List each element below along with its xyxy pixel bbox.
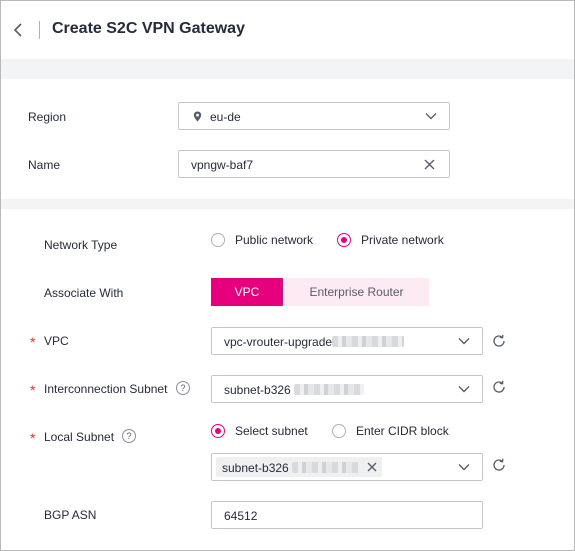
refresh-icon[interactable] <box>491 457 507 473</box>
page: Create S2C VPN Gateway Region eu-de Name… <box>0 0 575 551</box>
required-marker: * <box>30 382 36 398</box>
back-arrow-icon <box>13 23 22 37</box>
header-divider <box>39 21 40 39</box>
bgp-asn-placeholder: 64512 <box>224 509 258 523</box>
local-subnet-label: Local Subnet <box>44 430 115 444</box>
local-subnet-select[interactable]: subnet-b326 <box>211 453 483 481</box>
network-type-label: Network Type <box>44 238 118 252</box>
interconnection-subnet-select[interactable]: subnet-b326 <box>211 375 483 403</box>
bgp-asn-input[interactable]: 64512 <box>211 501 483 529</box>
page-title: Create S2C VPN Gateway <box>52 20 245 37</box>
region-label: Region <box>28 110 67 124</box>
associate-enterprise-router-button[interactable]: Enterprise Router <box>284 278 429 306</box>
required-marker: * <box>30 430 36 446</box>
select-subnet-radio[interactable] <box>211 424 225 438</box>
page-header: Create S2C VPN Gateway <box>1 1 574 59</box>
required-marker: * <box>30 334 36 350</box>
private-network-radio[interactable] <box>337 233 351 247</box>
enter-cidr-label[interactable]: Enter CIDR block <box>356 424 449 438</box>
name-value: vpngw-baf7 <box>191 158 254 172</box>
refresh-icon[interactable] <box>491 379 507 395</box>
vpc-value: vpc-vrouter-upgrade <box>224 335 333 349</box>
private-network-label[interactable]: Private network <box>361 233 444 247</box>
back-button[interactable] <box>9 21 25 39</box>
help-icon[interactable]: ? <box>176 381 190 395</box>
chevron-down-icon <box>458 386 470 393</box>
chevron-down-icon <box>458 338 470 345</box>
section-spacer <box>1 199 574 209</box>
region-select[interactable]: eu-de <box>178 102 450 130</box>
redacted-text <box>332 336 404 347</box>
interconnection-subnet-label: Interconnection Subnet <box>44 382 168 396</box>
section-spacer <box>1 59 574 79</box>
refresh-icon[interactable] <box>491 333 507 349</box>
network-section: Network Type Public network Private netw… <box>4 209 571 550</box>
name-input[interactable]: vpngw-baf7 <box>178 150 450 178</box>
location-pin-icon <box>193 111 202 122</box>
public-network-label[interactable]: Public network <box>235 233 313 247</box>
name-label: Name <box>28 158 61 172</box>
associate-vpc-button[interactable]: VPC <box>211 278 283 306</box>
public-network-radio[interactable] <box>211 233 225 247</box>
tag-close-icon[interactable] <box>367 462 377 472</box>
redacted-text <box>292 462 360 473</box>
associate-with-label: Associate With <box>44 286 124 300</box>
help-icon[interactable]: ? <box>122 429 136 443</box>
vpc-label: VPC <box>44 334 69 348</box>
clear-icon[interactable] <box>424 159 435 170</box>
basic-info-section: Region eu-de Name vpngw-baf7 <box>4 79 571 199</box>
region-value: eu-de <box>210 110 241 124</box>
redacted-text <box>294 384 364 395</box>
chevron-down-icon <box>458 464 470 471</box>
chevron-down-icon <box>425 113 437 120</box>
subnet-tag: subnet-b326 <box>216 457 382 477</box>
bgp-asn-label: BGP ASN <box>44 508 97 522</box>
select-subnet-label[interactable]: Select subnet <box>235 424 308 438</box>
subnet-tag-label: subnet-b326 <box>222 461 289 475</box>
interconnection-subnet-value: subnet-b326 <box>224 383 291 397</box>
vpc-select[interactable]: vpc-vrouter-upgrade <box>211 327 483 355</box>
enter-cidr-radio[interactable] <box>332 424 346 438</box>
